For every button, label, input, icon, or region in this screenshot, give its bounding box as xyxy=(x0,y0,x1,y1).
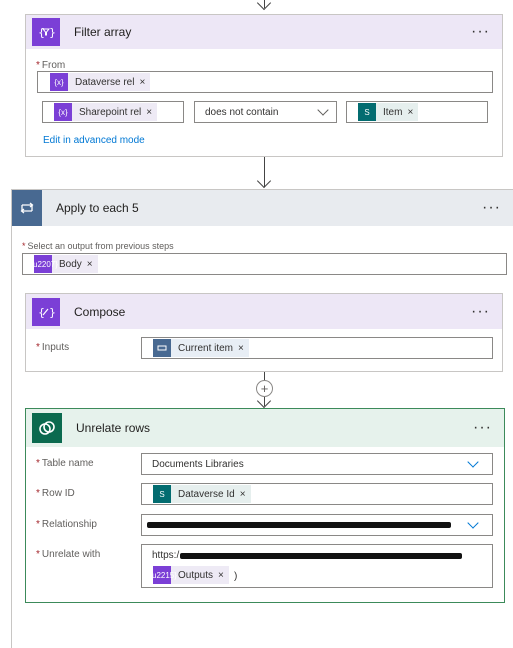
filter-array-header[interactable]: {} Filter array ··· xyxy=(26,15,502,49)
variable-icon: {x} xyxy=(54,103,72,121)
chevron-down-icon[interactable] xyxy=(467,456,479,468)
unrelate-with-field[interactable]: https:/ {\u2215} Outputs × ) xyxy=(141,544,493,588)
chevron-down-icon[interactable] xyxy=(467,517,479,529)
svg-text:}: } xyxy=(49,26,55,39)
remove-token-icon[interactable]: × xyxy=(218,570,224,581)
unrelate-with-token[interactable]: {\u2215} Outputs × xyxy=(147,566,229,584)
row-id-field[interactable]: S Dataverse Id × xyxy=(141,483,493,505)
svg-text:{: { xyxy=(38,306,45,319)
svg-text:}: } xyxy=(49,306,55,319)
filter-array-token-icon: {\u2207} xyxy=(28,255,58,273)
inputs-field[interactable]: Current item × xyxy=(141,337,493,359)
sharepoint-icon: S xyxy=(153,485,171,503)
remove-token-icon[interactable]: × xyxy=(87,259,93,270)
unrelate-rows-header[interactable]: Unrelate rows ··· xyxy=(26,409,504,447)
loop-icon xyxy=(12,190,42,226)
select-output-label: * Select an output from previous steps xyxy=(22,241,174,251)
from-label: * From xyxy=(36,60,66,71)
filter-array-title: Filter array xyxy=(74,25,132,39)
condition-left-field[interactable]: {x} Sharepoint rel × xyxy=(42,101,184,123)
unrelate-rows-card: Unrelate rows ··· * Table name Documents … xyxy=(25,408,505,603)
dataverse-icon xyxy=(32,413,62,443)
unrelate-with-suffix: ) xyxy=(234,571,238,582)
relationship-label: * Relationship xyxy=(36,519,97,530)
variable-icon: {x} xyxy=(50,73,68,91)
from-field[interactable]: {x} Dataverse rel × xyxy=(37,71,493,93)
operator-value: does not contain xyxy=(205,107,279,118)
remove-token-icon[interactable]: × xyxy=(407,107,413,118)
connector-arrow-1 xyxy=(256,173,272,189)
redacted-relationship-value xyxy=(147,522,451,528)
filter-array-icon: {} xyxy=(32,18,60,46)
remove-token-icon[interactable]: × xyxy=(238,343,244,354)
select-output-field[interactable]: {\u2207} Body × xyxy=(22,253,507,275)
edit-advanced-mode-link[interactable]: Edit in advanced mode xyxy=(43,135,145,146)
inputs-token[interactable]: Current item × xyxy=(153,339,249,357)
filter-array-card: {} Filter array ··· *From {x} Dataverse … xyxy=(25,14,503,157)
compose-more-icon[interactable]: ··· xyxy=(471,303,490,321)
condition-right-token[interactable]: S Item × xyxy=(358,103,419,121)
row-id-token[interactable]: S Dataverse Id × xyxy=(153,485,251,503)
chevron-down-icon[interactable] xyxy=(317,104,329,116)
row-id-label: * Row ID xyxy=(36,488,75,499)
loop-icon xyxy=(153,339,171,357)
redacted-url xyxy=(180,553,462,559)
apply-to-each-more-icon[interactable]: ··· xyxy=(482,199,501,217)
remove-token-icon[interactable]: × xyxy=(240,489,246,500)
condition-left-token[interactable]: {x} Sharepoint rel × xyxy=(54,103,158,121)
compose-card: {} Compose ··· *Inputs Current item × xyxy=(25,293,503,372)
svg-text:{: { xyxy=(38,26,45,39)
unrelate-rows-more-icon[interactable]: ··· xyxy=(473,419,492,437)
unrelate-with-label: * Unrelate with xyxy=(36,549,101,560)
unrelate-rows-title: Unrelate rows xyxy=(76,421,151,435)
condition-right-field[interactable]: S Item × xyxy=(346,101,488,123)
sharepoint-icon: S xyxy=(358,103,376,121)
compose-title: Compose xyxy=(74,304,126,319)
filter-array-more-icon[interactable]: ··· xyxy=(471,23,490,41)
table-name-value: Documents Libraries xyxy=(152,459,244,470)
compose-icon: {} xyxy=(32,297,60,326)
remove-token-icon[interactable]: × xyxy=(146,107,152,118)
apply-to-each-header[interactable]: Apply to each 5 ··· xyxy=(12,190,513,226)
compose-token-icon: {\u2215} xyxy=(147,566,177,584)
operator-dropdown[interactable]: does not contain xyxy=(194,101,337,123)
unrelate-with-prefix: https:/ xyxy=(152,550,180,561)
compose-header[interactable]: {} Compose ··· xyxy=(26,294,502,329)
relationship-dropdown[interactable] xyxy=(141,514,493,536)
select-output-token[interactable]: {\u2207} Body × xyxy=(28,255,98,273)
inputs-label: * Inputs xyxy=(36,342,70,353)
from-token[interactable]: {x} Dataverse rel × xyxy=(50,73,151,91)
table-name-dropdown[interactable]: Documents Libraries xyxy=(141,453,493,475)
table-name-label: * Table name xyxy=(36,458,94,469)
remove-token-icon[interactable]: × xyxy=(139,77,145,88)
connector-arrow-top xyxy=(256,0,272,11)
apply-to-each-title: Apply to each 5 xyxy=(56,201,139,215)
